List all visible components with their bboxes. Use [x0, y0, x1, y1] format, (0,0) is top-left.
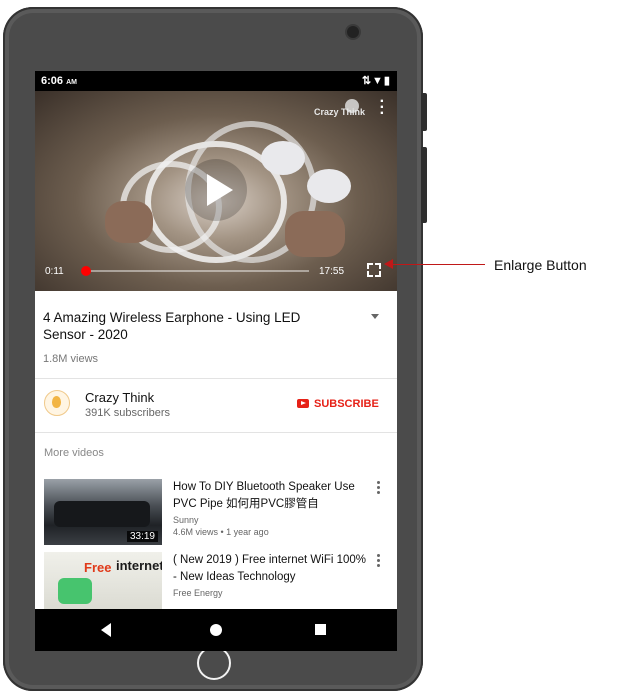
hardware-home-button[interactable]: [197, 646, 231, 680]
item-more-options-icon[interactable]: [377, 554, 381, 569]
video-title: 4 Amazing Wireless Earphone - Using LED …: [43, 310, 301, 342]
video-watermark: Crazy Think: [313, 107, 365, 117]
nav-recents-icon[interactable]: [315, 624, 326, 635]
front-camera: [345, 24, 361, 40]
list-item-title[interactable]: How To DIY Bluetooth Speaker Use PVC Pip…: [173, 479, 373, 513]
list-item-channel: Free Energy: [173, 588, 223, 598]
video-player[interactable]: Crazy Think · · · 0:11 17:55: [35, 91, 397, 291]
subscriber-count: 391K subscribers: [85, 407, 170, 419]
device-screen: 6:06 AM ⇅▼▮ Crazy Think ··· 0:11 17:55: [35, 71, 397, 651]
list-item[interactable]: 33:19 How To DIY Bluetooth Speaker Use P…: [35, 479, 397, 555]
video-frame-earbud: [261, 141, 305, 175]
chevron-down-icon[interactable]: [371, 314, 379, 319]
video-frame-hand: [285, 211, 345, 257]
scrubber-handle[interactable]: [81, 266, 91, 276]
thumbnail-speaker-image: [54, 501, 150, 527]
callout-line: [389, 264, 485, 265]
status-time: 6:06 AM: [41, 75, 77, 87]
subscribe-button[interactable]: SUBSCRIBE: [297, 398, 379, 410]
video-more-options-icon[interactable]: · · ·: [380, 94, 385, 122]
callout-label: Enlarge Button: [494, 257, 587, 273]
video-frame-earbud: [307, 169, 351, 203]
video-frame-hand: [105, 201, 153, 243]
nav-home-icon[interactable]: [210, 624, 222, 636]
status-bar: 6:06 AM ⇅▼▮: [35, 71, 397, 91]
list-item-title[interactable]: ( New 2019 ) Free internet WiFi 100% - N…: [173, 552, 373, 586]
android-nav-bar: [35, 609, 397, 651]
thumbnail-duration: 33:19: [126, 531, 158, 542]
video-duration: 17:55: [319, 266, 345, 277]
channel-name[interactable]: Crazy Think: [85, 390, 154, 405]
fullscreen-icon[interactable]: [367, 263, 381, 277]
video-thumbnail[interactable]: 33:19: [44, 479, 162, 545]
progress-bar[interactable]: [83, 270, 309, 272]
list-item-meta: 4.6M views • 1 year ago: [173, 527, 269, 537]
current-time: 0:11: [45, 266, 64, 277]
divider: [35, 432, 397, 433]
nav-back-icon[interactable]: [101, 623, 111, 637]
power-button[interactable]: [421, 93, 427, 131]
view-count: 1.8M views: [43, 353, 99, 365]
item-more-options-icon[interactable]: [377, 481, 381, 496]
channel-avatar[interactable]: [44, 390, 70, 416]
more-videos-label: More videos: [44, 447, 104, 459]
volume-button[interactable]: [421, 147, 427, 223]
thumbnail-text-free: Free: [84, 560, 112, 575]
youtube-logo-icon: [297, 399, 309, 408]
thumbnail-router-image: [58, 578, 92, 604]
status-icons: ⇅▼▮: [361, 75, 391, 87]
divider: [35, 378, 397, 379]
thumbnail-text-internet: internet: [116, 558, 162, 573]
play-icon[interactable]: [185, 159, 247, 221]
tablet-device: 6:06 AM ⇅▼▮ Crazy Think ··· 0:11 17:55: [3, 7, 427, 691]
list-item-channel: Sunny: [173, 515, 199, 525]
